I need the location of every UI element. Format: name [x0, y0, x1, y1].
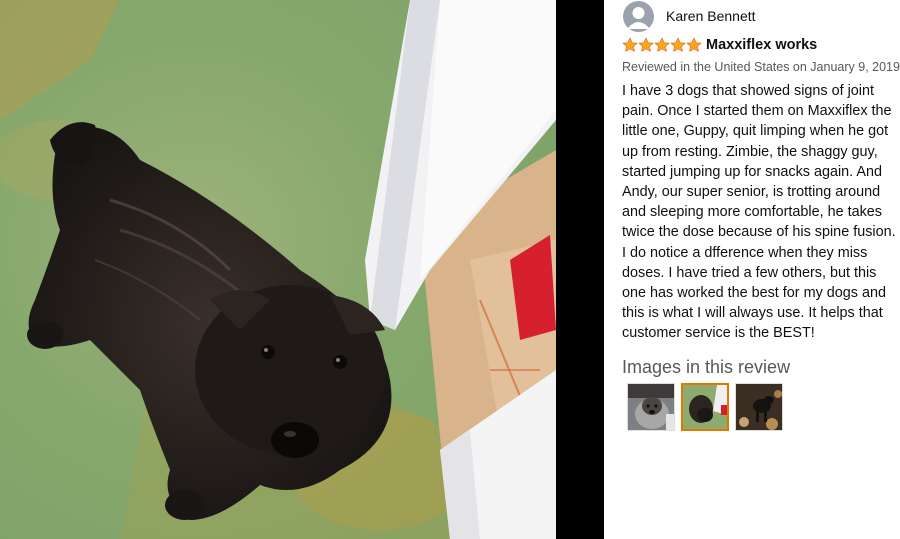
review-panel: Karen Bennett Maxxiflex works Reviewed i… — [604, 0, 900, 539]
star-icon — [686, 37, 702, 53]
photo-divider — [556, 0, 604, 539]
review-photo-large — [0, 0, 556, 539]
star-icon — [670, 37, 686, 53]
review-date: Reviewed in the United States on January… — [622, 60, 900, 74]
dog-thumbnail-image — [736, 384, 782, 430]
review-title[interactable]: Maxxiflex works — [706, 37, 817, 53]
review-image-thumbnails — [627, 383, 789, 431]
review-image-thumbnail-3[interactable] — [735, 383, 783, 431]
star-icon — [654, 37, 670, 53]
star-icon — [638, 37, 654, 53]
dog-thumbnail-image — [683, 385, 727, 429]
review-image-thumbnail-2[interactable] — [681, 383, 729, 431]
star-icon — [622, 37, 638, 53]
images-section-header: Images in this review — [622, 357, 791, 377]
avatar — [623, 0, 654, 32]
review-image-thumbnail-1[interactable] — [627, 383, 675, 431]
review-body: I have 3 dogs that showed signs of joint… — [622, 83, 896, 342]
dog-thumbnail-image — [628, 384, 674, 430]
user-icon — [627, 6, 650, 29]
rating-row: Maxxiflex works — [622, 37, 817, 53]
star-rating[interactable] — [622, 37, 702, 53]
dog-photo — [0, 0, 556, 539]
reviewer-profile[interactable]: Karen Bennett — [623, 0, 756, 32]
reviewer-name[interactable]: Karen Bennett — [666, 8, 756, 24]
